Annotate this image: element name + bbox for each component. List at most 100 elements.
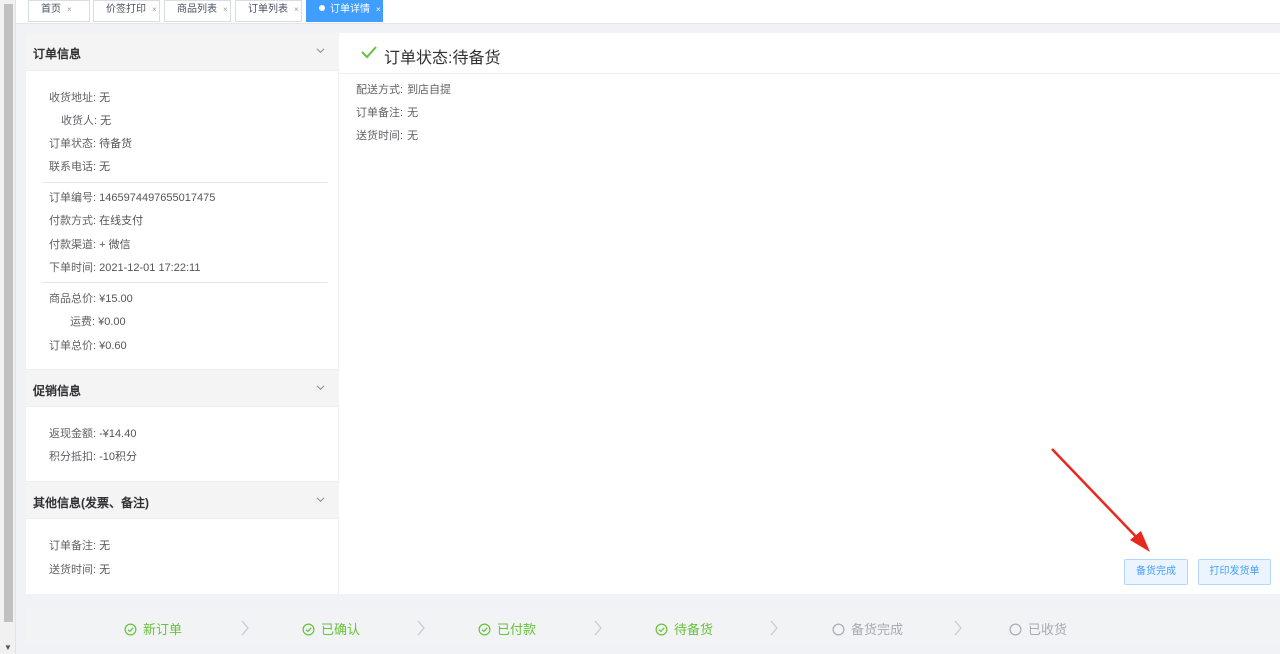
field-label: 返现金额: xyxy=(49,428,97,440)
pay-channel-value: + 微信 xyxy=(99,239,131,251)
active-dot-icon xyxy=(319,5,325,11)
field-label: 付款渠道: xyxy=(49,239,97,251)
goods-total-value: ¥15.00 xyxy=(99,293,133,305)
promo-info-header[interactable]: 促销信息 xyxy=(26,369,339,407)
step-label: 待备货 xyxy=(674,622,714,637)
divider xyxy=(42,282,327,283)
check-circle-icon xyxy=(124,623,137,636)
close-icon[interactable]: × xyxy=(67,5,72,14)
tab-order-list[interactable]: 订单列表 × xyxy=(235,0,302,22)
delivery-time-row: 送货时间: 无 xyxy=(49,561,110,577)
section-title: 促销信息 xyxy=(33,384,82,398)
field-label: 订单状态: xyxy=(49,138,97,150)
remark-value: 无 xyxy=(99,540,111,552)
tab-product-list[interactable]: 商品列表 × xyxy=(164,0,231,22)
step-awaiting-preparation: 待备货 xyxy=(655,619,713,638)
step-paid: 已付款 xyxy=(478,619,536,638)
tab-bar: 首页 × 价签打印 × 商品列表 × 订单列表 × 订单详情 × xyxy=(16,0,1280,24)
other-info-header[interactable]: 其他信息(发票、备注) xyxy=(26,481,339,519)
tab-price-label-print[interactable]: 价签打印 × xyxy=(93,0,160,22)
step-label: 已确认 xyxy=(321,622,361,637)
shipping-row: 运费: ¥0.00 xyxy=(70,313,126,329)
circle-icon xyxy=(832,623,845,636)
field-label: 收货地址: xyxy=(49,92,97,104)
status-delivery-time-row: 送货时间: 无 xyxy=(356,127,418,143)
tab-home[interactable]: 首页 × xyxy=(28,0,90,22)
close-icon[interactable]: × xyxy=(294,5,299,14)
field-label: 收货人: xyxy=(61,115,98,127)
print-delivery-note-button[interactable]: 打印发货单 xyxy=(1198,559,1271,585)
check-circle-icon xyxy=(478,623,491,636)
chevron-down-icon[interactable] xyxy=(316,383,325,392)
check-icon xyxy=(361,46,377,59)
chevron-right-icon xyxy=(594,620,602,636)
scrollbar-thumb[interactable] xyxy=(4,4,13,622)
points-value: -10积分 xyxy=(99,451,138,463)
status-remark-row: 订单备注: 无 xyxy=(356,104,418,120)
field-label: 积分抵扣: xyxy=(49,451,97,463)
field-label: 配送方式: xyxy=(356,84,404,96)
phone-row: 联系电话: 无 xyxy=(49,158,110,174)
remark-row: 订单备注: 无 xyxy=(49,537,110,553)
goods-total-row: 商品总价: ¥15.00 xyxy=(49,290,133,306)
order-number-value: 1465974497655017475 xyxy=(99,192,216,204)
chevron-down-icon[interactable] xyxy=(316,46,325,55)
close-icon[interactable]: × xyxy=(223,5,228,14)
section-title: 订单信息 xyxy=(33,47,82,61)
phone-value: 无 xyxy=(99,161,111,173)
order-progress-steps: 新订单 已确认 已付款 待备货 备货完成 已收货 xyxy=(26,609,1280,645)
field-label: 付款方式: xyxy=(49,215,97,227)
chevron-down-icon[interactable] xyxy=(316,495,325,504)
divider xyxy=(42,182,327,183)
check-circle-icon xyxy=(655,623,668,636)
field-label: 联系电话: xyxy=(49,161,97,173)
section-title: 其他信息(发票、备注) xyxy=(33,496,149,510)
order-status-value: 待备货 xyxy=(99,138,133,150)
step-confirmed: 已确认 xyxy=(302,619,360,638)
receiver-value: 无 xyxy=(100,115,112,127)
tab-label: 订单列表 xyxy=(248,4,288,15)
tab-label: 订单详情 xyxy=(330,4,370,15)
circle-icon xyxy=(1009,623,1022,636)
check-circle-icon xyxy=(302,623,315,636)
chevron-right-icon xyxy=(770,620,778,636)
close-icon[interactable]: × xyxy=(152,5,157,14)
field-label: 送货时间: xyxy=(356,130,404,142)
step-new-order: 新订单 xyxy=(124,619,182,638)
order-total-value: ¥0.60 xyxy=(99,340,127,352)
address-value: 无 xyxy=(99,92,111,104)
prepared-complete-button[interactable]: 备货完成 xyxy=(1124,559,1188,585)
cashback-value: -¥14.40 xyxy=(99,428,137,440)
delivery-method-value: 到店自提 xyxy=(407,84,452,96)
order-time-row: 下单时间: 2021-12-01 17:22:11 xyxy=(49,259,200,275)
tab-label: 价签打印 xyxy=(106,4,146,15)
chevron-right-icon xyxy=(417,620,425,636)
tab-order-detail[interactable]: 订单详情 × xyxy=(306,0,383,22)
order-time-value: 2021-12-01 17:22:11 xyxy=(99,262,201,274)
address-row: 收货地址: 无 xyxy=(49,89,110,105)
field-label: 订单编号: xyxy=(49,192,97,204)
step-received: 已收货 xyxy=(1009,619,1067,638)
shipping-value: ¥0.00 xyxy=(98,316,126,328)
delivery-method-row: 配送方式: 到店自提 xyxy=(356,81,451,97)
order-status-row: 订单状态: 待备货 xyxy=(49,135,132,151)
step-label: 已付款 xyxy=(497,622,537,637)
field-label: 订单备注: xyxy=(49,540,97,552)
field-label: 商品总价: xyxy=(49,293,97,305)
order-total-row: 订单总价: ¥0.60 xyxy=(49,337,127,353)
field-label: 下单时间: xyxy=(49,262,97,274)
page-scrollbar[interactable]: ▼ xyxy=(0,0,16,654)
close-icon[interactable]: × xyxy=(376,5,381,14)
field-label: 运费: xyxy=(70,316,96,328)
order-info-header[interactable]: 订单信息 xyxy=(26,33,339,71)
order-info-panel: 订单信息 收货地址: 无 收货人: 无 订单状态: 待备货 联系电话: 无 订单… xyxy=(26,33,339,594)
delivery-time-value: 无 xyxy=(99,564,111,576)
step-preparation-complete: 备货完成 xyxy=(832,619,903,638)
status-remark-value: 无 xyxy=(407,107,419,119)
field-label: 订单备注: xyxy=(356,107,404,119)
scroll-down-arrow-icon[interactable]: ▼ xyxy=(4,644,12,652)
chevron-right-icon xyxy=(241,620,249,636)
pay-channel-row: 付款渠道: + 微信 xyxy=(49,236,131,252)
pay-method-row: 付款方式: 在线支付 xyxy=(49,212,143,228)
tab-label: 首页 xyxy=(41,4,61,15)
